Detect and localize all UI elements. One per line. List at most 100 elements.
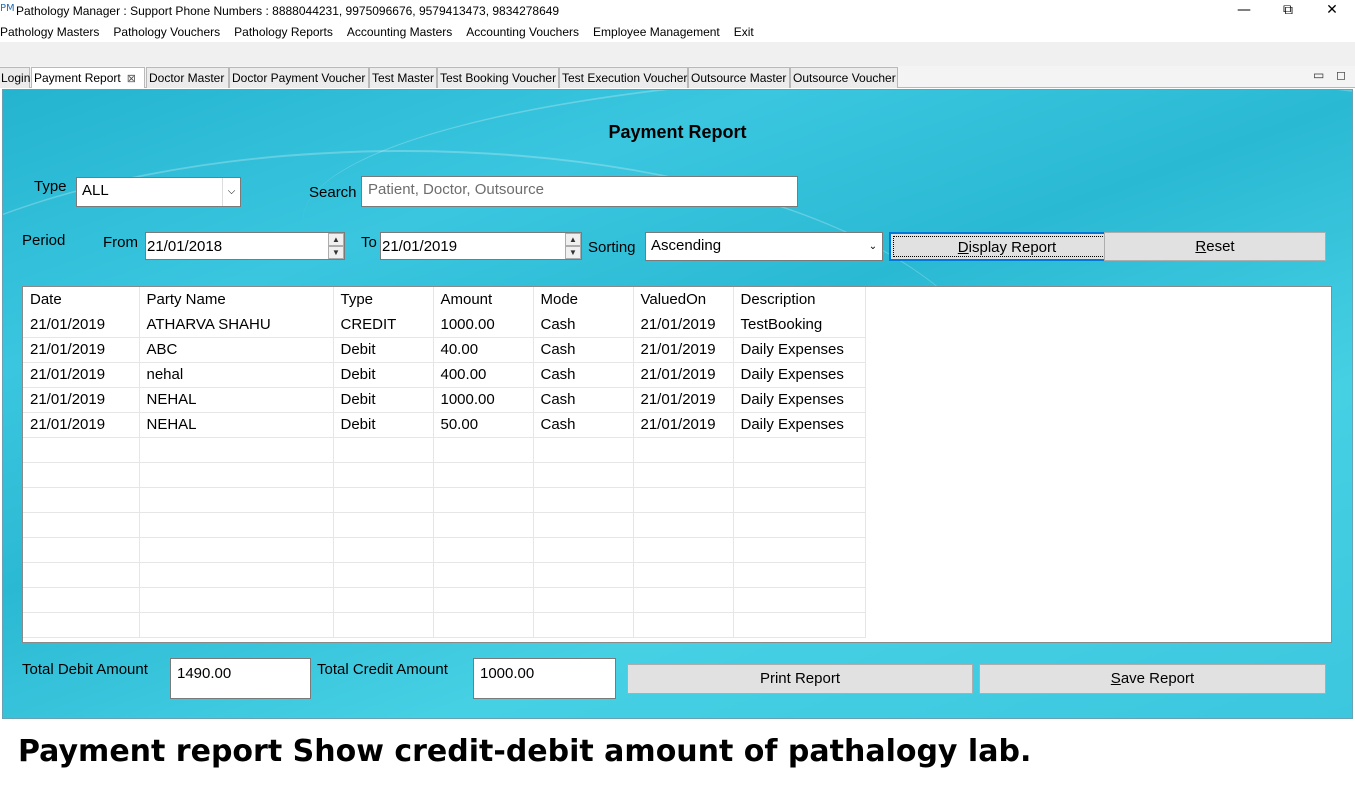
search-input[interactable]: Patient, Doctor, Outsource: [361, 176, 798, 207]
cell-amount: 1000.00: [433, 312, 534, 338]
column-header-party-name[interactable]: Party Name: [139, 287, 334, 312]
empty-cell: [139, 537, 334, 563]
type-label: Type: [34, 178, 67, 195]
cell-party-name: ABC: [139, 337, 334, 363]
menu-accounting-vouchers[interactable]: Accounting Vouchers: [466, 22, 586, 42]
tab-login[interactable]: Login: [0, 67, 30, 88]
title-bar: PM Pathology Manager : Support Phone Num…: [0, 0, 1355, 22]
empty-table-row: [23, 562, 866, 588]
menu-exit[interactable]: Exit: [734, 22, 761, 42]
empty-cell: [533, 587, 634, 613]
type-select[interactable]: ALL ⌵: [76, 177, 241, 207]
empty-cell: [733, 612, 866, 638]
tab-test-master[interactable]: Test Master: [369, 67, 437, 88]
column-header-mode[interactable]: Mode: [533, 287, 634, 312]
view-maximize-icon[interactable]: ◻: [1336, 68, 1346, 82]
table-row[interactable]: 21/01/2019 ABC Debit 40.00 Cash 21/01/2019 Dai…: [23, 337, 866, 363]
payment-report-panel: Payment Report Type ALL ⌵ Search Patient…: [2, 89, 1353, 719]
spinner-buttons: ▲ ▼: [565, 233, 581, 259]
column-header-amount[interactable]: Amount: [433, 287, 534, 312]
table-row[interactable]: 21/01/2019 NEHAL Debit 50.00 Cash 21/01/2019 D…: [23, 412, 866, 438]
empty-cell: [139, 462, 334, 488]
empty-cell: [633, 437, 734, 463]
empty-cell: [433, 562, 534, 588]
menu-pathology-reports[interactable]: Pathology Reports: [234, 22, 340, 42]
tab-outsource-voucher[interactable]: Outsource Voucher: [790, 67, 898, 88]
tab-doctor-master[interactable]: Doctor Master: [146, 67, 229, 88]
spin-down-icon[interactable]: ▼: [565, 246, 581, 259]
empty-cell: [533, 562, 634, 588]
column-header-date[interactable]: Date: [23, 287, 140, 312]
empty-cell: [23, 487, 140, 513]
menu-pathology-masters[interactable]: Pathology Masters: [0, 22, 106, 42]
empty-cell: [633, 487, 734, 513]
cell-amount: 400.00: [433, 362, 534, 388]
from-label: From: [103, 234, 138, 251]
empty-table-row: [23, 462, 866, 488]
view-minimize-icon[interactable]: ▭: [1313, 68, 1324, 82]
empty-cell: [533, 462, 634, 488]
cell-date: 21/01/2019: [23, 312, 140, 338]
tab-test-booking-voucher[interactable]: Test Booking Voucher: [437, 67, 559, 88]
tab-label: Doctor Master: [149, 71, 225, 85]
cell-mode: Cash: [533, 312, 634, 338]
close-tab-icon[interactable]: ⊠: [127, 73, 136, 85]
payment-table[interactable]: Date Party Name Type Amount Mode ValuedO…: [22, 286, 1332, 643]
reset-button[interactable]: Reset: [1104, 232, 1326, 261]
tab-doctor-payment-voucher[interactable]: Doctor Payment Voucher: [229, 67, 369, 88]
minimize-button[interactable]: —: [1221, 0, 1267, 22]
table-body: 21/01/2019 ATHARVA SHAHU CREDIT 1000.00 Cash…: [23, 312, 866, 638]
cell-party-name: NEHAL: [139, 412, 334, 438]
tab-label: Test Master: [372, 71, 435, 85]
column-header-valued-on[interactable]: ValuedOn: [633, 287, 734, 312]
button-label: eset: [1206, 238, 1235, 255]
spin-down-icon[interactable]: ▼: [328, 246, 344, 259]
empty-cell: [139, 612, 334, 638]
table-row[interactable]: 21/01/2019 NEHAL Debit 1000.00 Cash 21/01/201…: [23, 387, 866, 413]
tab-label: Outsource Voucher: [793, 71, 896, 85]
empty-cell: [333, 537, 434, 563]
empty-cell: [333, 612, 434, 638]
chevron-down-icon[interactable]: ⌵: [222, 178, 240, 206]
column-header-description[interactable]: Description: [733, 287, 866, 312]
menu-pathology-vouchers[interactable]: Pathology Vouchers: [113, 22, 227, 42]
spin-up-icon[interactable]: ▲: [328, 233, 344, 246]
close-button[interactable]: ✕: [1309, 0, 1355, 22]
tab-label: Test Booking Voucher: [440, 71, 557, 85]
menu-accounting-masters[interactable]: Accounting Masters: [347, 22, 459, 42]
tab-test-execution-voucher[interactable]: Test Execution Voucher: [559, 67, 688, 88]
cell-party-name: ATHARVA SHAHU: [139, 312, 334, 338]
empty-cell: [433, 612, 534, 638]
display-report-button[interactable]: Display Report: [889, 232, 1125, 261]
cell-description: Daily Expenses: [733, 412, 866, 438]
empty-cell: [139, 512, 334, 538]
sorting-select[interactable]: Ascending ⌄: [645, 232, 883, 261]
mnemonic: R: [1195, 238, 1207, 255]
empty-cell: [533, 612, 634, 638]
cell-party-name: NEHAL: [139, 387, 334, 413]
tab-payment-report[interactable]: Payment Report ⊠: [31, 67, 145, 88]
table-row[interactable]: 21/01/2019 nehal Debit 400.00 Cash 21/01/2019…: [23, 362, 866, 388]
restore-button[interactable]: ⧉: [1265, 0, 1311, 22]
empty-cell: [23, 562, 140, 588]
cell-type: Debit: [333, 362, 434, 388]
empty-cell: [333, 587, 434, 613]
save-report-button[interactable]: Save Report: [979, 664, 1326, 694]
tab-outsource-master[interactable]: Outsource Master: [688, 67, 790, 88]
empty-cell: [433, 512, 534, 538]
to-date-spinner[interactable]: 21/01/2019 ▲ ▼: [380, 232, 582, 260]
spin-up-icon[interactable]: ▲: [565, 233, 581, 246]
empty-cell: [433, 487, 534, 513]
empty-cell: [433, 462, 534, 488]
menu-employee-management[interactable]: Employee Management: [593, 22, 727, 42]
table-header-row: Date Party Name Type Amount Mode ValuedO…: [23, 287, 866, 312]
table-row[interactable]: 21/01/2019 ATHARVA SHAHU CREDIT 1000.00 Cash…: [23, 312, 866, 338]
column-header-type[interactable]: Type: [333, 287, 434, 312]
button-label: ave Report: [1120, 670, 1195, 687]
from-date-spinner[interactable]: 21/01/2018 ▲ ▼: [145, 232, 345, 260]
empty-cell: [333, 462, 434, 488]
total-debit-field[interactable]: 1490.00: [170, 658, 311, 699]
total-credit-field[interactable]: 1000.00: [473, 658, 616, 699]
print-report-button[interactable]: Print Report: [627, 664, 973, 694]
chevron-down-icon[interactable]: ⌄: [864, 233, 882, 260]
